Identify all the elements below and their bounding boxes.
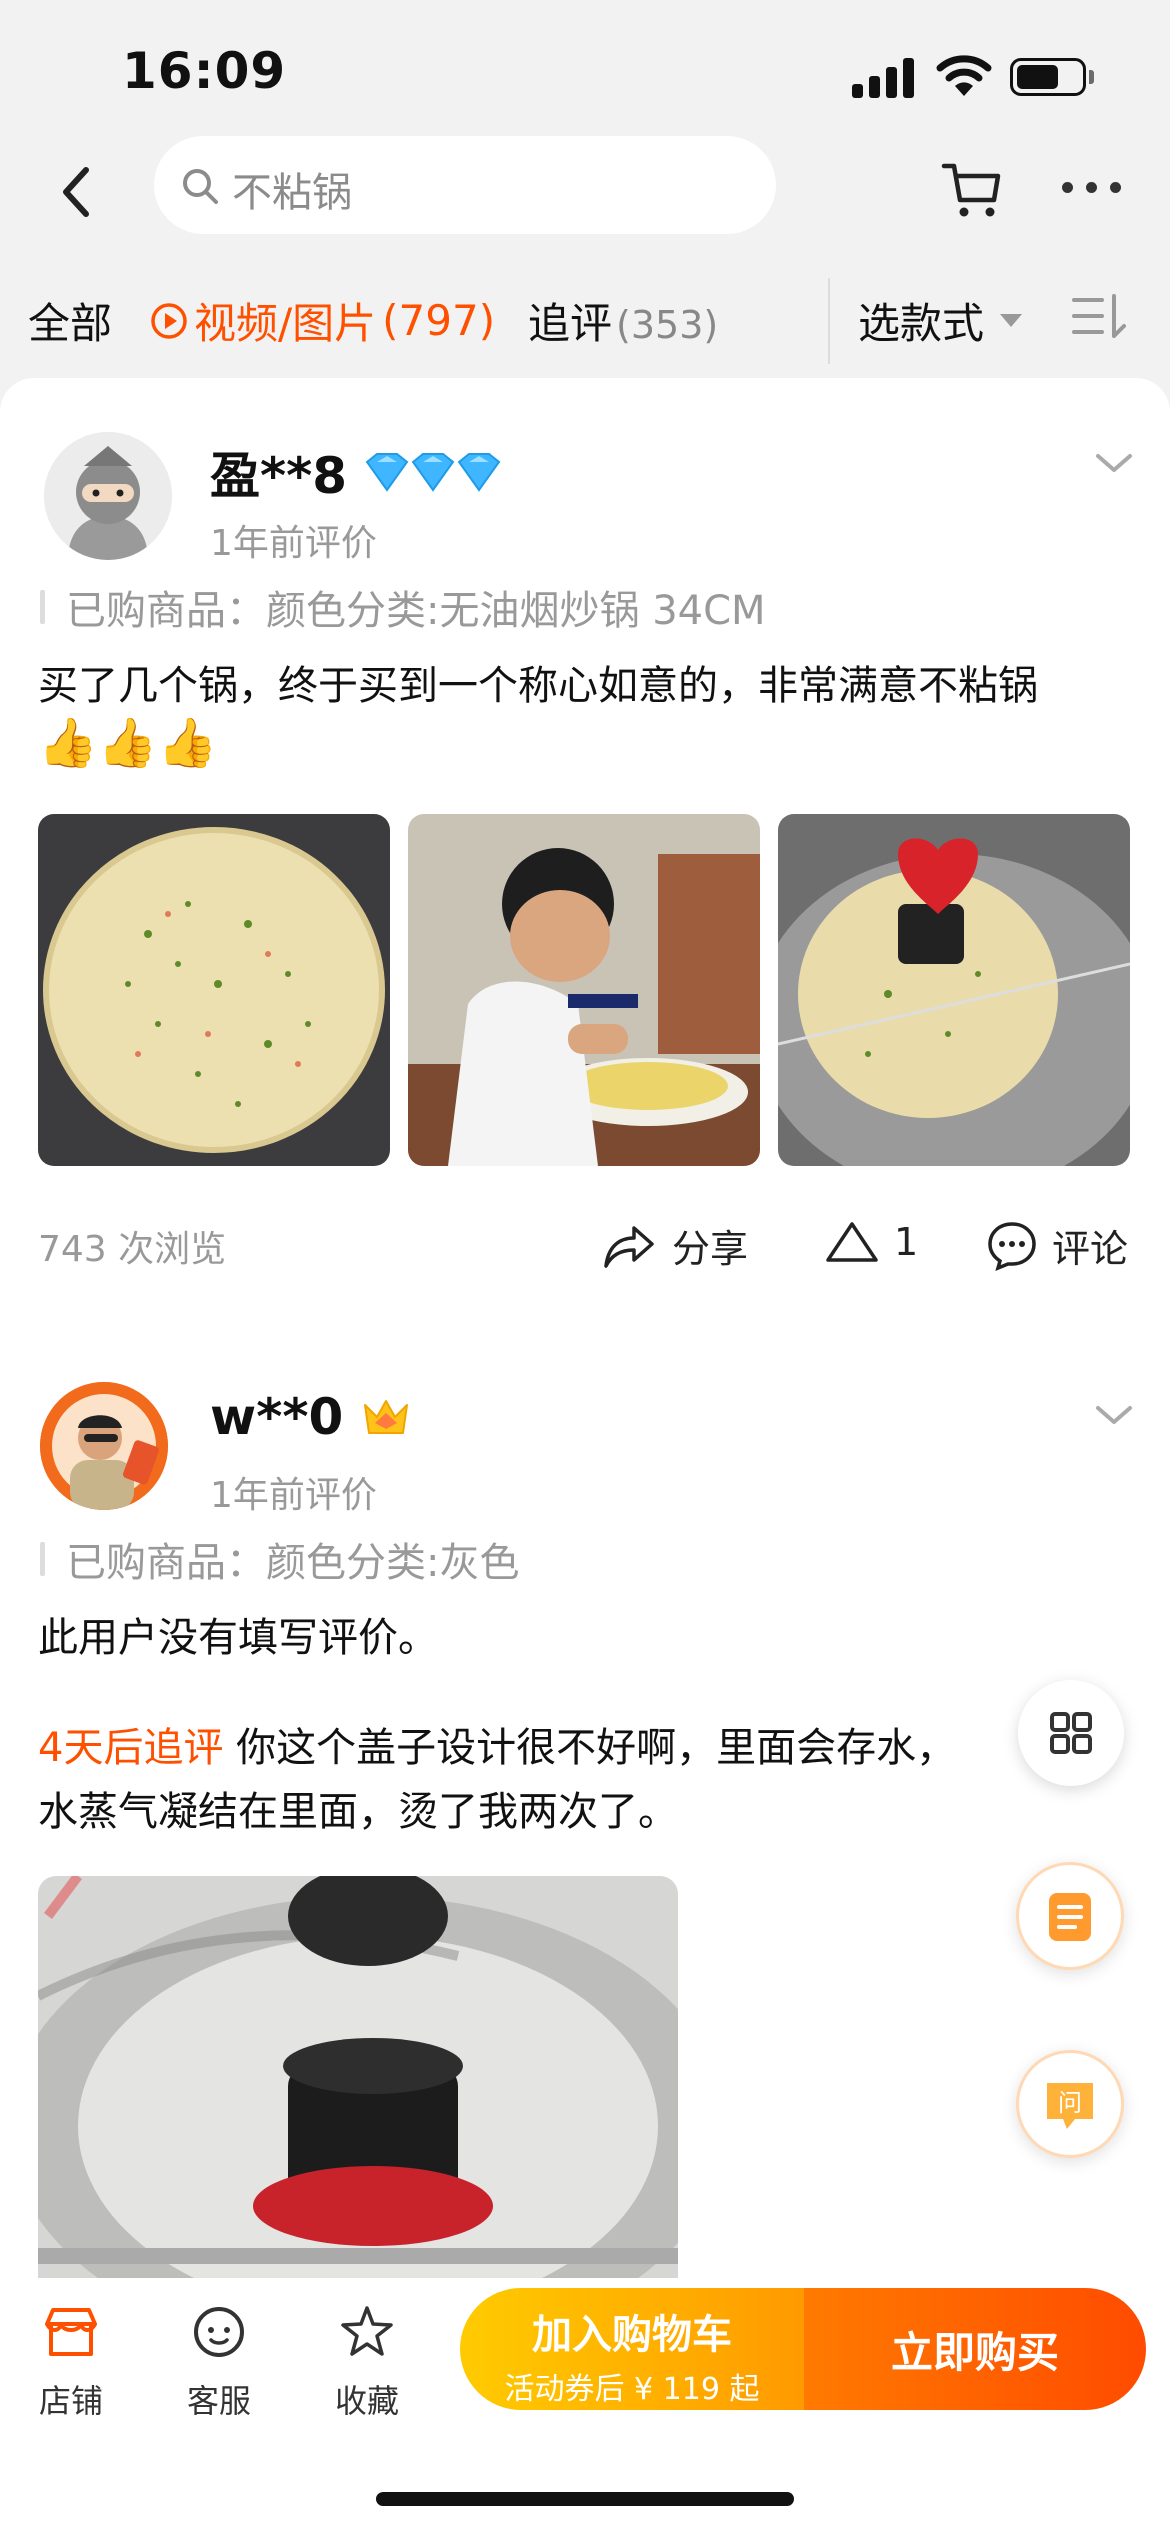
- svg-text:问: 问: [1058, 2089, 1082, 2117]
- share-icon: [604, 1225, 654, 1268]
- float-grid-button[interactable]: [1018, 1680, 1124, 1786]
- review-photo-child-eating[interactable]: [408, 814, 760, 1166]
- more-options-icon[interactable]: [1062, 178, 1122, 198]
- reviewer-name-text: 盈**8: [210, 447, 348, 505]
- ask-question-icon: 问: [1047, 2083, 1093, 2129]
- review-filter-tabs: 全部 视频/图片 (797) 追评 (353) 选款式: [0, 270, 1170, 366]
- float-ask-button[interactable]: 问: [1016, 2050, 1124, 2158]
- review-text: 买了几个锅，终于买到一个称心如意的，非常满意不粘锅: [38, 663, 1038, 709]
- like-count: 1: [894, 1220, 919, 1264]
- followup-tag: 4天后追评: [38, 1725, 224, 1771]
- review-photo-pancake[interactable]: [38, 814, 390, 1166]
- wifi-icon: [936, 55, 992, 96]
- pan-lid-closeup-image: [38, 1876, 678, 2278]
- status-bar: 16:09: [0, 0, 1170, 140]
- tab-divider: [828, 278, 830, 364]
- customer-service-label: 客服: [186, 2382, 251, 2420]
- diamond-level-icon: [365, 453, 501, 492]
- avatar[interactable]: [40, 1382, 168, 1510]
- followup-text-line2: 水蒸气凝结在里面，烫了我两次了。: [38, 1789, 678, 1835]
- user-photo-avatar-image: [40, 1382, 168, 1510]
- review-list: 盈**8 1年前评价 已购商品：颜色分类:无油烟炒锅 34CM 买了几个锅，终于…: [0, 378, 1170, 2278]
- comment-icon: [988, 1221, 1036, 1271]
- back-arrow-icon[interactable]: [56, 162, 96, 222]
- share-label: 分享: [672, 1227, 749, 1271]
- tab-video-photo-count: (797): [382, 296, 496, 345]
- search-bar[interactable]: 不粘锅: [154, 136, 776, 234]
- reviewer-name[interactable]: 盈**8: [210, 436, 507, 508]
- tab-all[interactable]: 全部: [28, 290, 112, 351]
- like-button[interactable]: 1: [824, 1218, 918, 1266]
- status-time: 16:09: [122, 42, 287, 100]
- chevron-down-icon[interactable]: [1094, 450, 1134, 476]
- tab-video-photo-label: 视频/图片: [194, 299, 377, 348]
- review-photo-pan-lid[interactable]: [778, 814, 1130, 1166]
- customer-service-button[interactable]: 客服: [164, 2304, 274, 2422]
- like-triangle-icon: [826, 1222, 878, 1262]
- filter-list-icon[interactable]: [1072, 292, 1126, 342]
- store-button[interactable]: 店铺: [16, 2304, 126, 2422]
- child-eating-image: [408, 814, 760, 1166]
- home-indicator[interactable]: [376, 2492, 794, 2506]
- buy-now-label: 立即购买: [890, 2327, 1059, 2377]
- tab-video-photo[interactable]: 视频/图片 (797): [150, 290, 495, 351]
- followup-photo-pan-lid[interactable]: [38, 1876, 678, 2278]
- search-icon: [183, 169, 218, 204]
- comment-button[interactable]: 评论: [986, 1218, 1128, 1273]
- pan-with-lid-image: [778, 814, 1130, 1166]
- ninja-avatar-image: [44, 432, 172, 560]
- play-circle-icon: [151, 302, 187, 339]
- avatar[interactable]: [44, 432, 172, 560]
- purchased-sku: 已购商品：颜色分类:灰色: [40, 1530, 519, 1588]
- reviewer-name[interactable]: w**0: [210, 1388, 411, 1446]
- dropdown-triangle-icon: [1000, 314, 1023, 327]
- customer-service-icon: [194, 2307, 244, 2357]
- view-count: 743 次浏览: [38, 1229, 227, 1270]
- thumbs-up-emoji: 👍👍👍: [38, 715, 218, 771]
- coupon-price-label: 活动券后 ¥ 119 起: [504, 2372, 760, 2407]
- add-to-cart-button[interactable]: 加入购物车 活动券后 ¥ 119 起: [460, 2288, 804, 2410]
- review-text: 此用户没有填写评价。: [38, 1615, 438, 1661]
- buy-now-button[interactable]: 立即购买: [804, 2288, 1146, 2410]
- notes-icon: [1049, 1893, 1091, 1941]
- crown-level-icon: [364, 1400, 409, 1434]
- style-select-dropdown[interactable]: 选款式: [858, 290, 1023, 351]
- store-label: 店铺: [38, 2382, 103, 2420]
- favorite-button[interactable]: 收藏: [312, 2304, 422, 2422]
- chevron-down-icon[interactable]: [1094, 1402, 1134, 1428]
- cellular-signal-icon: [852, 56, 916, 98]
- grid-icon: [1050, 1712, 1092, 1754]
- cart-icon[interactable]: [940, 158, 1004, 222]
- search-query: 不粘锅: [232, 170, 352, 216]
- tab-followup[interactable]: 追评 (353): [528, 290, 718, 351]
- float-notes-button[interactable]: [1016, 1862, 1124, 1970]
- comment-label: 评论: [1052, 1227, 1129, 1271]
- followup-text-line1: 你这个盖子设计很不好啊，里面会存水，: [236, 1725, 957, 1771]
- star-icon: [341, 2306, 393, 2356]
- followup-review: 4天后追评 你这个盖子设计很不好啊，里面会存水，: [38, 1716, 1038, 1780]
- pancake-image: [38, 814, 390, 1166]
- store-icon: [45, 2308, 97, 2356]
- add-to-cart-label: 加入购物车: [532, 2312, 732, 2358]
- share-button[interactable]: 分享: [602, 1218, 748, 1273]
- purchased-sku: 已购商品：颜色分类:无油烟炒锅 34CM: [40, 578, 766, 636]
- favorite-label: 收藏: [334, 2382, 399, 2420]
- battery-icon: [1010, 58, 1086, 96]
- tab-followup-count: (353): [616, 303, 719, 347]
- tab-followup-label: 追评: [528, 299, 613, 348]
- reviewer-name-text: w**0: [210, 1388, 344, 1446]
- review-time: 1年前评价: [210, 1475, 377, 1516]
- purchase-cta-group: 加入购物车 活动券后 ¥ 119 起 立即购买: [460, 2288, 1146, 2410]
- style-select-label: 选款式: [858, 299, 985, 348]
- review-time: 1年前评价: [210, 523, 377, 564]
